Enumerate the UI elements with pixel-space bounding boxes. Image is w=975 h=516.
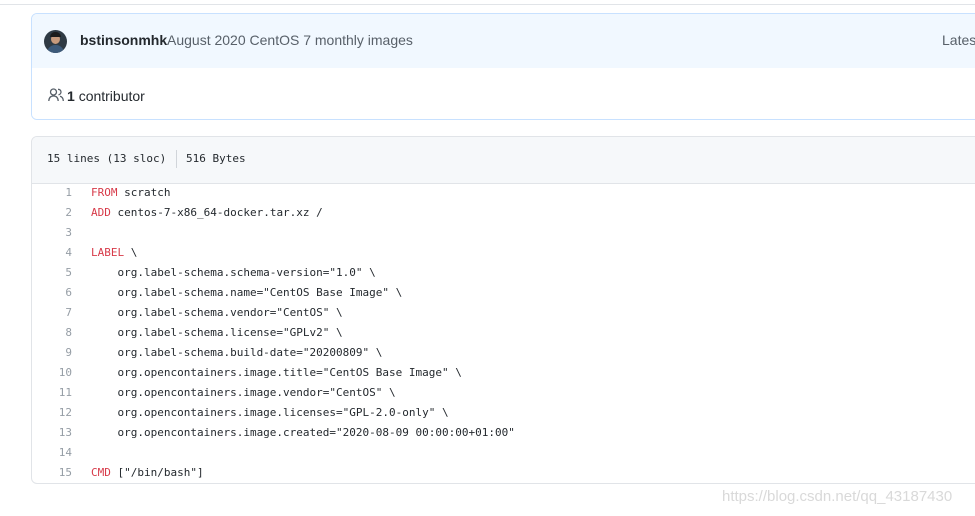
code-text: org.label-schema.vendor="CentOS" \ [91,303,343,323]
line-number[interactable]: 4 [32,243,72,263]
code-text: CMD ["/bin/bash"] [91,463,204,483]
commit-message-link[interactable]: August 2020 CentOS 7 monthly images [167,32,413,48]
people-icon [48,88,64,102]
code-line: 5 org.label-schema.schema-version="1.0" … [32,263,975,283]
line-number[interactable]: 1 [32,183,72,203]
code-line: 6 org.label-schema.name="CentOS Base Ima… [32,283,975,303]
code-rest: scratch [117,186,171,199]
code-keyword: ADD [91,206,111,219]
code-rest: org.opencontainers.image.licenses="GPL-2… [91,406,449,419]
contributors-text: contributor [78,88,145,104]
code-line: 9 org.label-schema.build-date="20200809"… [32,343,975,363]
code-text: org.opencontainers.image.licenses="GPL-2… [91,403,449,423]
code-keyword: LABEL [91,246,125,259]
code-rest: org.label-schema.name="CentOS Base Image… [91,286,403,299]
code-text: org.opencontainers.image.vendor="CentOS"… [91,383,396,403]
avatar-body-shape [47,45,64,53]
line-number[interactable]: 7 [32,303,72,323]
top-divider [0,4,975,5]
file-lines-info: 15 lines (13 sloc) [47,152,167,165]
code-line: 8 org.label-schema.license="GPLv2" \ [32,323,975,343]
file-size: 516 Bytes [186,152,246,165]
contributors-count: 1 [67,88,75,104]
latest-commit-box: bstinsonmhk August 2020 CentOS 7 monthly… [31,13,975,120]
line-number[interactable]: 10 [32,363,72,383]
code-line: 2 ADD centos-7-x86_64-docker.tar.xz / [32,203,975,223]
contributors-label: 1 contributor [67,88,145,104]
code-rest: org.label-schema.vendor="CentOS" \ [91,306,343,319]
code-rest: org.opencontainers.image.created="2020-0… [91,426,515,439]
code-text: LABEL \ [91,243,137,263]
line-number[interactable]: 6 [32,283,72,303]
commit-author-link[interactable]: bstinsonmhk [80,32,167,48]
line-number[interactable]: 3 [32,223,72,243]
code-line: 12 org.opencontainers.image.licenses="GP… [32,403,975,423]
code-rest: org.opencontainers.image.title="CentOS B… [91,366,462,379]
latest-commit-link[interactable]: Latest [942,32,975,48]
code-rest: \ [124,246,138,259]
code-rest: ["/bin/bash"] [110,466,204,479]
code-rest: org.opencontainers.image.vendor="CentOS"… [91,386,396,399]
code-line: 11 org.opencontainers.image.vendor="Cent… [32,383,975,403]
code-text: ADD centos-7-x86_64-docker.tar.xz / [91,203,323,223]
line-number[interactable]: 15 [32,463,72,483]
code-line: 10 org.opencontainers.image.title="CentO… [32,363,975,383]
commit-header: bstinsonmhk August 2020 CentOS 7 monthly… [32,14,975,69]
line-number[interactable]: 12 [32,403,72,423]
code-body: 1 FROM scratch 2 ADD centos-7-x86_64-docker… [32,183,975,483]
code-text: org.label-schema.build-date="20200809" \ [91,343,382,363]
code-rest: org.label-schema.schema-version="1.0" \ [91,266,376,279]
line-number[interactable]: 14 [32,443,72,463]
line-number[interactable]: 8 [32,323,72,343]
file-info-bar: 15 lines (13 sloc) 516 Bytes [32,137,975,184]
code-line: 14 [32,443,975,463]
code-line: 4 LABEL \ [32,243,975,263]
code-line: 7 org.label-schema.vendor="CentOS" \ [32,303,975,323]
line-number[interactable]: 11 [32,383,72,403]
code-line: 3 [32,223,975,243]
code-rest: org.label-schema.build-date="20200809" \ [91,346,383,359]
code-line: 15 CMD ["/bin/bash"] [32,463,975,483]
code-text: org.opencontainers.image.created="2020-0… [91,423,515,443]
code-keyword: CMD [91,466,111,479]
code-line: 13 org.opencontainers.image.created="202… [32,423,975,443]
file-info-divider [176,150,177,168]
line-number[interactable]: 5 [32,263,72,283]
line-number[interactable]: 2 [32,203,72,223]
code-text: FROM scratch [91,183,170,203]
code-text: org.label-schema.license="GPLv2" \ [91,323,343,343]
code-rest: centos-7-x86_64-docker.tar.xz / [110,206,323,219]
line-number[interactable]: 9 [32,343,72,363]
code-text: org.label-schema.name="CentOS Base Image… [91,283,402,303]
avatar-hair-shape [50,32,61,37]
avatar[interactable] [44,30,67,53]
watermark-text: https://blog.csdn.net/qq_43187430 [722,488,953,505]
file-viewer: 15 lines (13 sloc) 516 Bytes 1 FROM scrat… [31,136,975,484]
code-text: org.opencontainers.image.title="CentOS B… [91,363,462,383]
code-rest: org.label-schema.license="GPLv2" \ [91,326,343,339]
code-text: org.label-schema.schema-version="1.0" \ [91,263,376,283]
line-number[interactable]: 13 [32,423,72,443]
contributors-row[interactable]: 1 contributor [32,68,975,119]
code-line: 1 FROM scratch [32,183,975,203]
code-keyword: FROM [91,186,118,199]
